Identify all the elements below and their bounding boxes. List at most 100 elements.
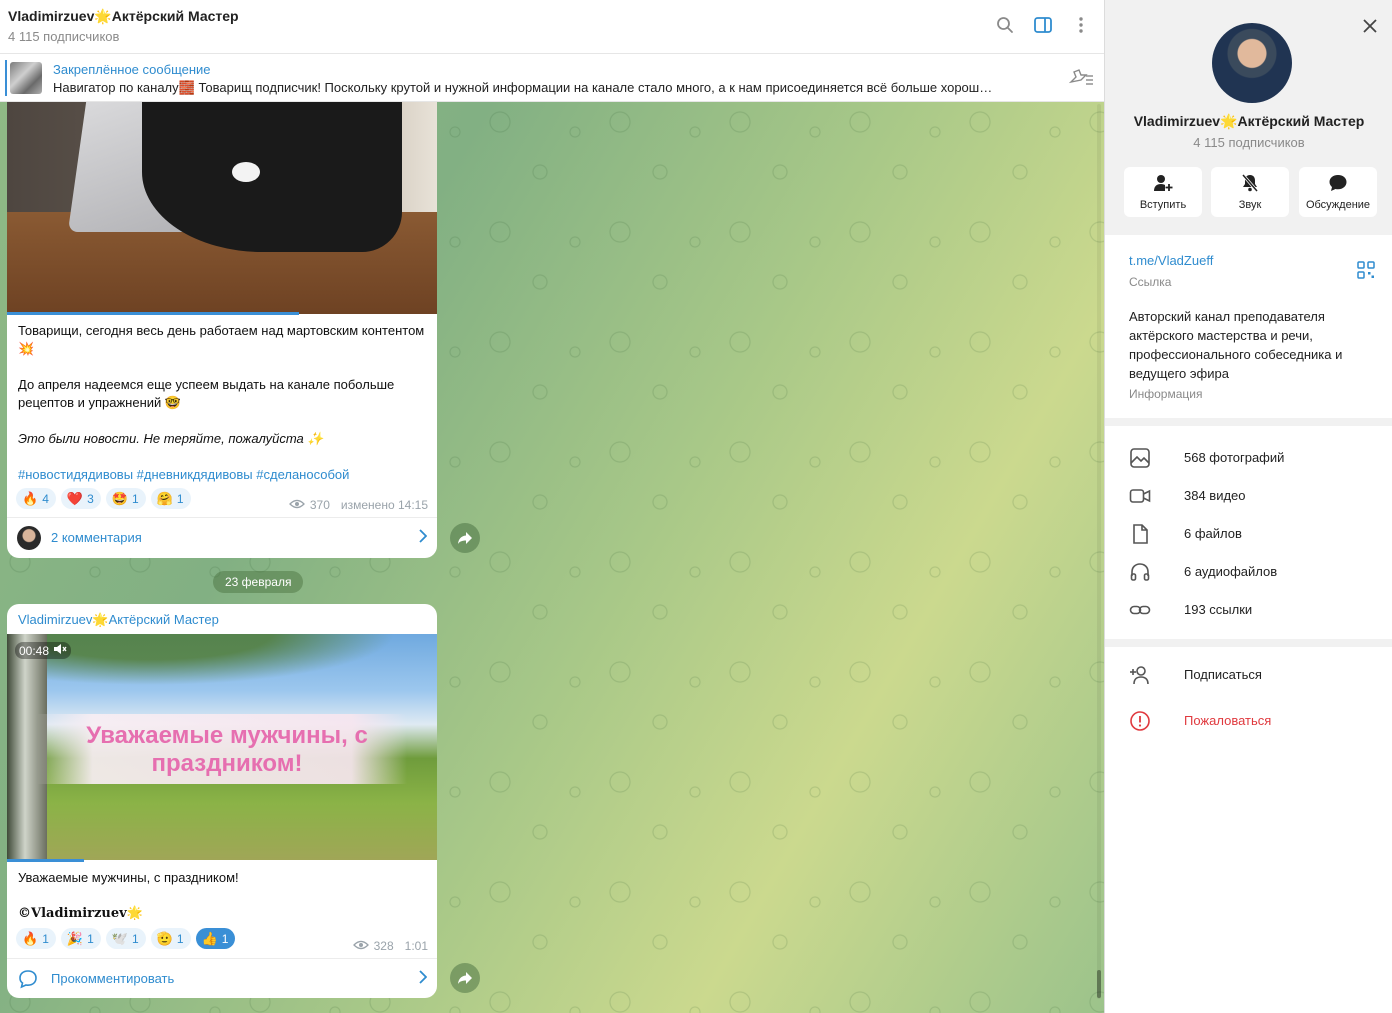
- chat-header: Vladimirzuev🌟Актёрский Мастер 4 115 подп…: [0, 0, 1104, 54]
- video-progress-bar: [7, 312, 300, 315]
- video-preview-field[interactable]: Уважаемые мужчины, с праздником! 00:48: [7, 634, 437, 860]
- videos-label: 384 видео: [1184, 488, 1246, 503]
- mute-icon[interactable]: [53, 643, 67, 658]
- header-actions: [994, 14, 1092, 36]
- links-label: 193 ссылки: [1184, 602, 1253, 617]
- date-separator: 23 февраля: [213, 571, 304, 593]
- video-leaves: [27, 634, 437, 694]
- scrollbar-thumb[interactable]: [1097, 970, 1101, 998]
- close-icon[interactable]: [1360, 16, 1380, 36]
- more-icon[interactable]: [1070, 14, 1092, 36]
- message-meta: 328 1:01: [352, 939, 428, 953]
- scrollbar-track[interactable]: [1097, 104, 1101, 999]
- discussion-label: Обсуждение: [1305, 198, 1371, 211]
- link-caption: Ссылка: [1129, 275, 1172, 289]
- sidebar-toggle-icon[interactable]: [1032, 14, 1054, 36]
- message-text: Товарищи, сегодня весь день работаем над…: [18, 322, 428, 484]
- reaction-salute[interactable]: 🫡 1: [150, 928, 191, 949]
- pinned-thumbnail: [10, 62, 42, 94]
- video-preview-cat-laptop[interactable]: [7, 102, 437, 314]
- join-label: Вступить: [1139, 198, 1187, 211]
- reaction-heart[interactable]: ❤️ 3: [60, 488, 101, 509]
- video-paw: [232, 162, 260, 182]
- actions-block: Подписаться Пожаловаться: [1105, 647, 1392, 1013]
- chat-area: Vladimirzuev🌟Актёрский Мастер 4 115 подп…: [0, 0, 1104, 1013]
- photo-icon: [1129, 447, 1151, 469]
- photos-row[interactable]: 568 фотографий: [1105, 438, 1392, 476]
- share-icon[interactable]: [450, 523, 480, 553]
- channel-title[interactable]: Vladimirzuev🌟Актёрский Мастер: [8, 8, 239, 25]
- links-row[interactable]: 193 ссылки: [1105, 590, 1392, 628]
- qr-code-icon[interactable]: [1357, 261, 1375, 279]
- photos-label: 568 фотографий: [1184, 450, 1285, 465]
- edited-time: изменено 14:15: [340, 498, 428, 512]
- files-row[interactable]: 6 файлов: [1105, 514, 1392, 552]
- reaction-dove[interactable]: 🕊️ 1: [105, 928, 146, 949]
- signature: ©𝐕𝐥𝐚𝐝𝐢𝐦𝐢𝐫𝐳𝐮𝐞𝐯🌟: [18, 906, 143, 921]
- search-icon[interactable]: [994, 14, 1016, 36]
- message-time: 1:01: [404, 939, 428, 953]
- message-text: Уважаемые мужчины, с праздником! ©𝐕𝐥𝐚𝐝𝐢𝐦…: [18, 869, 428, 923]
- sender-name[interactable]: Vladimirzuev🌟Актёрский Мастер: [18, 612, 219, 628]
- reactions-bar: 🔥 4 ❤️ 3 🤩 1 🤗 1: [16, 488, 191, 509]
- report-label: Пожаловаться: [1184, 713, 1272, 728]
- pinned-indicator: [5, 60, 7, 96]
- pin-list-icon[interactable]: [1068, 68, 1094, 88]
- channel-description: Авторский канал преподавателя актёрского…: [1129, 309, 1343, 381]
- commenter-avatar: [17, 526, 41, 550]
- reaction-fire[interactable]: 🔥 4: [16, 488, 56, 509]
- file-icon: [1129, 523, 1151, 545]
- subscriber-count: 4 115 подписчиков: [8, 29, 120, 44]
- view-count: 328: [373, 939, 394, 953]
- video-progress-bar: [7, 859, 85, 862]
- description-caption: Информация: [1129, 387, 1203, 401]
- video-timer: 00:48: [15, 642, 72, 659]
- reaction-star-struck[interactable]: 🤩 1: [105, 488, 146, 509]
- subscribe-row[interactable]: Подписаться: [1105, 655, 1392, 693]
- videos-row[interactable]: 384 видео: [1105, 476, 1392, 514]
- pinned-text: Навигатор по каналу🧱 Товарищ подписчик! …: [53, 80, 993, 95]
- reaction-hug[interactable]: 🤗 1: [150, 488, 191, 509]
- join-button[interactable]: Вступить: [1124, 167, 1202, 217]
- channel-name: Vladimirzuev🌟Актёрский Мастер: [1133, 113, 1365, 129]
- channel-subscribers: 4 115 подписчиков: [1193, 135, 1305, 150]
- pinned-message[interactable]: Закреплённое сообщение Навигатор по кана…: [0, 54, 1104, 102]
- view-count: 370: [309, 498, 330, 512]
- share-icon[interactable]: [450, 963, 480, 993]
- message-meta: 370 изменено 14:15: [288, 498, 428, 512]
- chevron-right-icon: [419, 529, 428, 546]
- comments-button[interactable]: 2 комментария: [7, 517, 437, 557]
- comment-button[interactable]: Прокомментировать: [7, 958, 437, 998]
- comment-label: Прокомментировать: [51, 971, 175, 986]
- comments-label: 2 комментария: [51, 530, 142, 545]
- chevron-right-icon: [419, 970, 428, 987]
- audio-label: 6 аудиофайлов: [1184, 564, 1278, 579]
- subscribe-label: Подписаться: [1184, 667, 1262, 682]
- add-user-icon: [1153, 174, 1173, 195]
- pinned-title: Закреплённое сообщение: [53, 62, 211, 77]
- message-line: Уважаемые мужчины, с праздником!: [18, 870, 239, 885]
- bell-off-icon: [1240, 173, 1260, 195]
- mute-label: Звук: [1238, 198, 1262, 211]
- hashtags[interactable]: #новостидядивовы #дневникдядивовы #сдела…: [18, 466, 428, 484]
- report-row[interactable]: Пожаловаться: [1105, 701, 1392, 739]
- info-block: t.me/VladZueff Ссылка Авторский канал пр…: [1105, 235, 1392, 418]
- audio-row[interactable]: 6 аудиофайлов: [1105, 552, 1392, 590]
- link-icon: [1129, 599, 1151, 621]
- mute-button[interactable]: Звук: [1211, 167, 1289, 217]
- headphones-icon: [1129, 561, 1151, 583]
- reaction-thumbs-up[interactable]: 👍 1: [195, 928, 236, 949]
- reaction-fire[interactable]: 🔥 1: [16, 928, 56, 949]
- message-line: До апреля надеемся еще успеем выдать на …: [18, 377, 395, 410]
- eye-icon: [288, 498, 305, 512]
- discussion-button[interactable]: Обсуждение: [1299, 167, 1377, 217]
- warning-icon: [1129, 710, 1151, 732]
- channel-link[interactable]: t.me/VladZueff: [1129, 253, 1213, 268]
- channel-info-panel: Vladimirzuev🌟Актёрский Мастер 4 115 подп…: [1104, 0, 1392, 1013]
- video-overlay-text: Уважаемые мужчины, с праздником!: [86, 722, 368, 777]
- channel-avatar[interactable]: [1212, 23, 1292, 103]
- eye-icon: [352, 939, 369, 953]
- add-user-icon: [1129, 664, 1151, 686]
- video-cat: [142, 102, 402, 252]
- reaction-party[interactable]: 🎉 1: [60, 928, 101, 949]
